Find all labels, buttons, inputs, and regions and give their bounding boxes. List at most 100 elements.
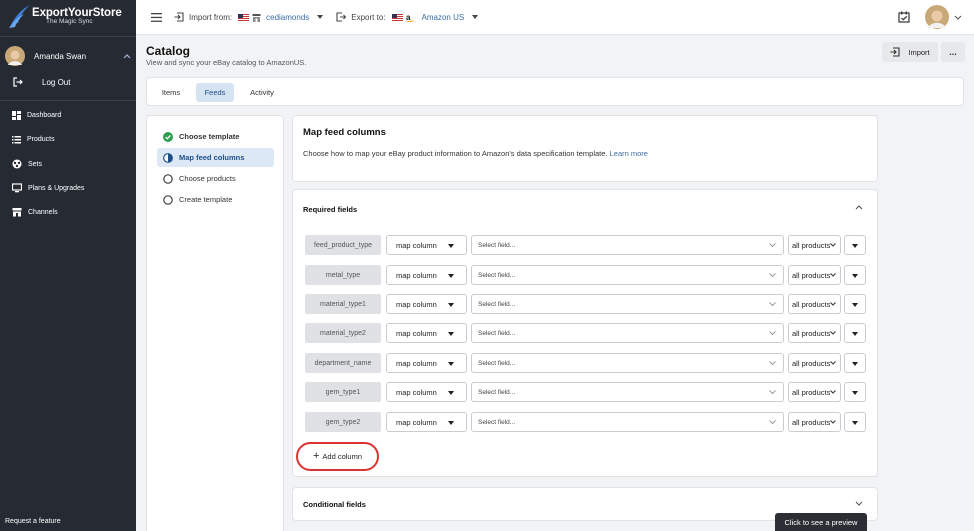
menu-icon[interactable] — [151, 12, 162, 22]
field-select[interactable]: Select field... — [471, 235, 784, 255]
avatar[interactable] — [925, 5, 949, 29]
list-icon — [12, 136, 21, 144]
divider — [0, 100, 136, 101]
import-button[interactable]: Import — [882, 42, 938, 62]
preview-button[interactable]: Click to see a preview — [775, 513, 867, 531]
row-options-button[interactable] — [844, 323, 866, 343]
step-create-template[interactable]: Create template — [157, 190, 274, 209]
mapping-mode-value: map column — [396, 270, 437, 280]
caret-down-icon — [852, 362, 858, 366]
sidebar-item-channels[interactable]: Channels — [12, 207, 58, 217]
field-name-label: feed_product_type — [305, 235, 381, 255]
mapping-mode-value: map column — [396, 417, 437, 427]
export-target-selector[interactable]: Export to: a Amazon US — [336, 12, 479, 22]
tab-bar: Items Feeds Activity — [146, 77, 964, 106]
store-icon — [252, 13, 261, 22]
add-column-button[interactable]: + Add column — [296, 442, 379, 471]
mapping-mode-select[interactable]: map column — [386, 412, 467, 432]
import-source-selector[interactable]: Import from: cediamonds — [174, 12, 324, 22]
caret-down-icon — [852, 274, 858, 278]
logo-tagline: The Magic Sync — [46, 18, 93, 25]
logout-button[interactable]: Log Out — [13, 77, 70, 87]
chevron-up-icon[interactable] — [855, 205, 863, 210]
export-target-name: Amazon US — [421, 12, 465, 22]
field-select[interactable]: Select field... — [471, 412, 784, 432]
scope-select[interactable]: all products — [788, 353, 841, 373]
chevron-down-icon — [830, 390, 836, 394]
more-button[interactable]: ... — [941, 42, 965, 62]
mapping-mode-select[interactable]: map column — [386, 235, 467, 255]
import-label: Import from: — [189, 12, 233, 22]
step-choose-products[interactable]: Choose products — [157, 169, 274, 188]
caret-down-icon — [852, 332, 858, 336]
row-options-button[interactable] — [844, 382, 866, 402]
caret-down-icon — [852, 391, 858, 395]
row-options-button[interactable] — [844, 235, 866, 255]
scope-select[interactable]: all products — [788, 265, 841, 285]
field-select-placeholder: Select field... — [478, 271, 516, 279]
field-select-placeholder: Select field... — [478, 418, 516, 426]
chevron-down-icon — [769, 420, 776, 424]
step-map-feed-columns[interactable]: Map feed columns — [157, 148, 274, 167]
scope-select[interactable]: all products — [788, 323, 841, 343]
scope-select[interactable]: all products — [788, 235, 841, 255]
mapping-mode-select[interactable]: map column — [386, 294, 467, 314]
step-label: Map feed columns — [179, 153, 245, 162]
scope-select[interactable]: all products — [788, 382, 841, 402]
row-options-button[interactable] — [844, 265, 866, 285]
step-choose-template[interactable]: Choose template — [157, 127, 274, 146]
chevron-down-icon[interactable] — [855, 501, 863, 506]
chevron-down-icon — [830, 420, 836, 424]
calendar-icon[interactable] — [898, 11, 910, 23]
user-name: Amanda Swan — [34, 51, 87, 61]
request-feature-link[interactable]: Request a feature — [5, 518, 61, 525]
learn-more-link[interactable]: Learn more — [610, 149, 648, 158]
chevron-down-icon — [830, 302, 836, 306]
scope-select[interactable]: all products — [788, 412, 841, 432]
caret-down-icon — [448, 421, 454, 425]
field-select[interactable]: Select field... — [471, 265, 784, 285]
mapping-mode-value: map column — [396, 358, 437, 368]
sidebar-item-dashboard[interactable]: Dashboard — [12, 111, 61, 120]
field-name-label: material_type2 — [305, 323, 381, 343]
caret-down-icon — [852, 244, 858, 248]
chevron-down-icon — [830, 273, 836, 277]
sidebar-item-plans[interactable]: Plans & Upgrades — [12, 183, 84, 193]
scope-select[interactable]: all products — [788, 294, 841, 314]
mapping-mode-select[interactable]: map column — [386, 265, 467, 285]
caret-down-icon — [448, 332, 454, 336]
dashboard-icon — [12, 111, 21, 120]
sidebar-item-sets[interactable]: Sets — [12, 159, 42, 169]
chevron-down-icon — [830, 243, 836, 247]
sidebar-item-products[interactable]: Products — [12, 135, 55, 144]
logo-swoosh-icon — [9, 5, 30, 28]
step-label: Choose template — [179, 132, 240, 141]
field-select[interactable]: Select field... — [471, 294, 784, 314]
chevron-down-icon[interactable] — [954, 15, 962, 20]
field-name-label: metal_type — [305, 265, 381, 285]
row-options-button[interactable] — [844, 353, 866, 373]
export-icon — [336, 12, 347, 22]
field-select[interactable]: Select field... — [471, 323, 784, 343]
field-select[interactable]: Select field... — [471, 353, 784, 373]
tab-items[interactable]: Items — [153, 83, 189, 102]
row-options-button[interactable] — [844, 294, 866, 314]
sets-icon — [12, 159, 22, 169]
tab-activity[interactable]: Activity — [242, 83, 282, 102]
mapping-mode-select[interactable]: map column — [386, 323, 467, 343]
field-select[interactable]: Select field... — [471, 382, 784, 402]
scope-value: all products — [792, 299, 831, 309]
row-options-button[interactable] — [844, 412, 866, 432]
user-menu[interactable]: Amanda Swan — [5, 45, 131, 67]
logo[interactable]: ExportYourStore The Magic Sync — [8, 3, 122, 29]
chevron-up-icon[interactable] — [123, 53, 131, 59]
logout-label: Log Out — [42, 77, 71, 87]
tab-feeds[interactable]: Feeds — [196, 83, 234, 102]
caret-down-icon — [472, 15, 479, 19]
wizard-steps: Choose template Map feed columns Choose … — [146, 115, 284, 531]
mapping-mode-select[interactable]: map column — [386, 382, 467, 402]
sidebar-item-label: Sets — [28, 160, 43, 168]
required-fields-title: Required fields — [303, 205, 358, 214]
sidebar-item-label: Plans & Upgrades — [28, 184, 85, 192]
mapping-mode-select[interactable]: map column — [386, 353, 467, 373]
